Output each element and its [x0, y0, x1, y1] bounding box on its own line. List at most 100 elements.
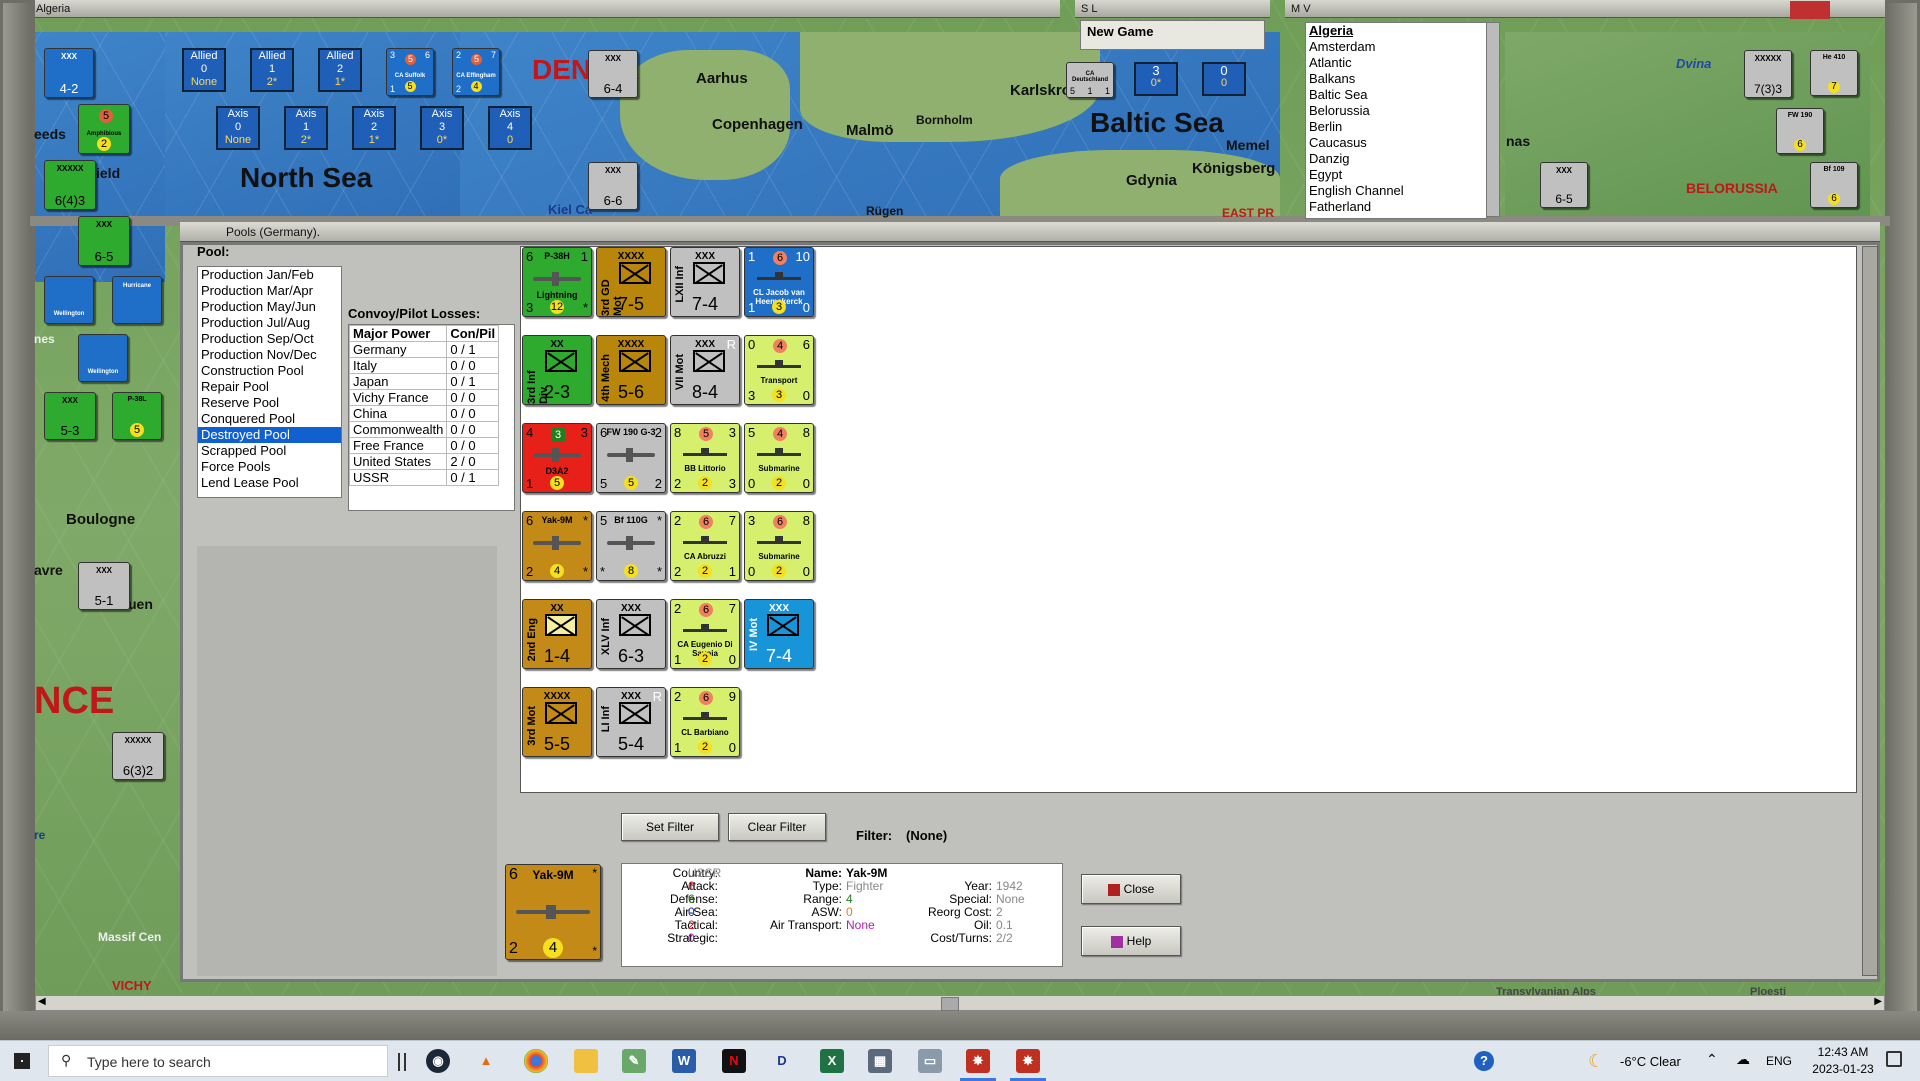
map-air-counter-bf109[interactable]: Bf 109 6	[1810, 162, 1858, 208]
clock-time[interactable]: 12:43 AM	[1808, 1045, 1878, 1059]
clear-filter-button[interactable]: Clear Filter	[728, 813, 826, 841]
windows-start-icon[interactable]	[14, 1053, 30, 1069]
east-window-titlebar[interactable]	[1505, 0, 1920, 18]
excel-icon[interactable]: X	[820, 1049, 844, 1073]
pools-dialog-titlebar[interactable]: Pools (Germany).	[180, 222, 1880, 242]
pool-unit-counter[interactable]: 6 FW 190 G-3 2 5 5 2	[596, 423, 666, 493]
mv-list-item[interactable]: Belorussia	[1306, 103, 1486, 119]
axis-force-box[interactable]: Axis 1 2*	[284, 106, 328, 150]
taskbar-search-box[interactable]: ⚲ Type here to search	[48, 1045, 388, 1077]
map-unit-counter[interactable]: XXXXX 7(3)3	[1744, 50, 1792, 98]
pool-unit-counter[interactable]: XXXX 3rd GD Mot 7-5	[596, 247, 666, 317]
mv-list-item[interactable]: Amsterdam	[1306, 39, 1486, 55]
calculator-icon[interactable]: ▦	[868, 1049, 892, 1073]
pool-list[interactable]: Production Jan/Feb Production Mar/Apr Pr…	[197, 266, 342, 498]
mv-list-item[interactable]: Danzig	[1306, 151, 1486, 167]
mv-list-item[interactable]: Baltic Sea	[1306, 87, 1486, 103]
sl-item-new-game[interactable]: New Game	[1087, 24, 1153, 39]
mv-list-item[interactable]: Caucasus	[1306, 135, 1486, 151]
pool-unit-counter[interactable]: 1610CL Jacob van Heemskerck130	[744, 247, 814, 317]
map-unit-counter[interactable]: XXX 5-3	[44, 392, 96, 440]
pool-unit-counter[interactable]: XXXX 4th Mech 5-6	[596, 335, 666, 405]
mv-list-item[interactable]: Berlin	[1306, 119, 1486, 135]
mv-list-item[interactable]: Fatherland	[1306, 199, 1486, 215]
pool-list-item[interactable]: Production Jan/Feb	[198, 267, 341, 283]
mv-window-titlebar[interactable]: M V	[1285, 0, 1505, 18]
pool-unit-counter[interactable]: 5 4 8 Submarine 0 2 0	[744, 423, 814, 493]
pool-unit-counter[interactable]: 6 Yak-9M * 2 4 *	[522, 511, 592, 581]
map-horizontal-scrollbar[interactable]: ◀ ▶	[35, 995, 1885, 1011]
close-button[interactable]: Close	[1081, 874, 1181, 904]
game-app-icon[interactable]: ✸	[966, 1049, 990, 1073]
map-ship-counter-suffolk[interactable]: 3 5 6 CA Suffolk 1 5	[386, 48, 434, 96]
map-unit-counter[interactable]: XXXXX 6(4)3	[44, 160, 96, 210]
language-indicator[interactable]: ENG	[1766, 1054, 1792, 1068]
pool-list-item[interactable]: Production Mar/Apr	[198, 283, 341, 299]
weather-moon-icon[interactable]: ☾	[1588, 1051, 1604, 1072]
pool-list-item[interactable]: Lend Lease Pool	[198, 475, 341, 491]
pool-list-item[interactable]: Force Pools	[198, 459, 341, 475]
pool-list-item[interactable]: Production Nov/Dec	[198, 347, 341, 363]
set-filter-button[interactable]: Set Filter	[621, 813, 719, 841]
pool-unit-counter[interactable]: XXX IV Mot 7-4	[744, 599, 814, 669]
map-unit-counter[interactable]: XXX 6-4	[588, 50, 638, 98]
map-unit-counter[interactable]: XXX 6-6	[588, 162, 638, 210]
game-app-icon[interactable]: ✸	[1016, 1049, 1040, 1073]
game-window-icon[interactable]: ▭	[918, 1049, 942, 1073]
pool-list-item[interactable]: Production May/Jun	[198, 299, 341, 315]
pool-unit-counter[interactable]: 6 P-38H 1 Lightning 3 12 *	[522, 247, 592, 317]
pool-list-item[interactable]: Production Jul/Aug	[198, 315, 341, 331]
pool-unit-counter[interactable]: 2 6 7 CA Abruzzi 2 2 1	[670, 511, 740, 581]
vlc-icon[interactable]: ▲	[474, 1049, 498, 1073]
file-explorer-icon[interactable]	[574, 1049, 598, 1073]
pool-unit-counter[interactable]: XX 3rd Inf Div 2-3	[522, 335, 592, 405]
axis-force-box[interactable]: Axis 4 0	[488, 106, 532, 150]
map-air-counter-fw190[interactable]: FW 190 6	[1776, 108, 1824, 154]
weather-text[interactable]: -6°C Clear	[1620, 1054, 1681, 1069]
axis-force-box[interactable]: Axis 0 None	[216, 106, 260, 150]
network-icon[interactable]: ☁	[1736, 1051, 1750, 1068]
map-air-counter-hurricane[interactable]: Hurricane	[112, 276, 162, 324]
pool-list-item[interactable]: Scrapped Pool	[198, 443, 341, 459]
pool-list-item[interactable]: Production Sep/Oct	[198, 331, 341, 347]
task-view-icon[interactable]	[398, 1053, 406, 1071]
map-air-counter-he410[interactable]: He 410 7	[1810, 50, 1858, 96]
tray-chevron-icon[interactable]: ⌃	[1706, 1051, 1718, 1068]
mv-list-item[interactable]: English Channel	[1306, 183, 1486, 199]
pool-unit-counter[interactable]: 267CA Eugenio Di Savoia120	[670, 599, 740, 669]
pool-unit-counter[interactable]: XXX VII Mot 8-4 R	[670, 335, 740, 405]
scroll-left-arrow[interactable]: ◀	[38, 996, 46, 1007]
notification-icon[interactable]	[1886, 1051, 1902, 1067]
sl-window-body[interactable]: New Game	[1080, 20, 1265, 50]
steam-icon[interactable]: ◉	[426, 1049, 450, 1073]
force-box[interactable]: 00	[1202, 62, 1246, 96]
map-air-counter-amphibious[interactable]: 5 Amphibious 2	[78, 104, 130, 154]
pool-list-item[interactable]: Conquered Pool	[198, 411, 341, 427]
pool-unit-counter[interactable]: 5 Bf 110G * * 8 *	[596, 511, 666, 581]
netflix-icon[interactable]: N	[722, 1049, 746, 1073]
mv-list-item[interactable]: Balkans	[1306, 71, 1486, 87]
mv-list-item[interactable]: Algeria	[1306, 23, 1486, 39]
map-unit-counter[interactable]: XXXXX 6(3)2	[112, 732, 164, 780]
sl-window-titlebar[interactable]: S L	[1075, 0, 1270, 18]
pool-unit-counter[interactable]: 8 5 3 BB Littorio 2 2 3	[670, 423, 740, 493]
help-tray-icon[interactable]: ?	[1474, 1051, 1494, 1071]
force-box[interactable]: 3 0*	[1134, 62, 1178, 96]
clock-date[interactable]: 2023-01-23	[1808, 1062, 1878, 1076]
allied-force-box[interactable]: Allied 1 2*	[250, 48, 294, 92]
mv-list-scrollbar[interactable]	[1486, 22, 1500, 217]
map-unit-counter[interactable]: XXX 6-5	[78, 216, 130, 266]
disney-icon[interactable]: D	[770, 1049, 794, 1073]
map-ship-counter-deutschland[interactable]: CA Deutschland 5 1 1	[1066, 62, 1114, 98]
pool-list-item[interactable]: Reserve Pool	[198, 395, 341, 411]
pool-unit-counter[interactable]: 0 4 6 Transport 3 3 0	[744, 335, 814, 405]
pool-unit-counter[interactable]: XX 2nd Eng 1-4	[522, 599, 592, 669]
pool-unit-counter[interactable]: 2 6 9 CL Barbiano 1 2 0	[670, 687, 740, 757]
map-window-titlebar[interactable]: Algeria	[30, 0, 1060, 18]
dialog-right-scrollbar[interactable]	[1862, 246, 1878, 976]
help-button[interactable]: Help	[1081, 926, 1181, 956]
map-ship-counter-effingham[interactable]: 2 5 7 CA Effingham 2 4	[452, 48, 500, 96]
mv-location-list[interactable]: Algeria Amsterdam Atlantic Balkans Balti…	[1305, 22, 1487, 219]
pool-unit-counter[interactable]: XXXX 3rd Mot 5-5	[522, 687, 592, 757]
map-air-counter-wellington[interactable]: Wellington	[44, 276, 94, 324]
